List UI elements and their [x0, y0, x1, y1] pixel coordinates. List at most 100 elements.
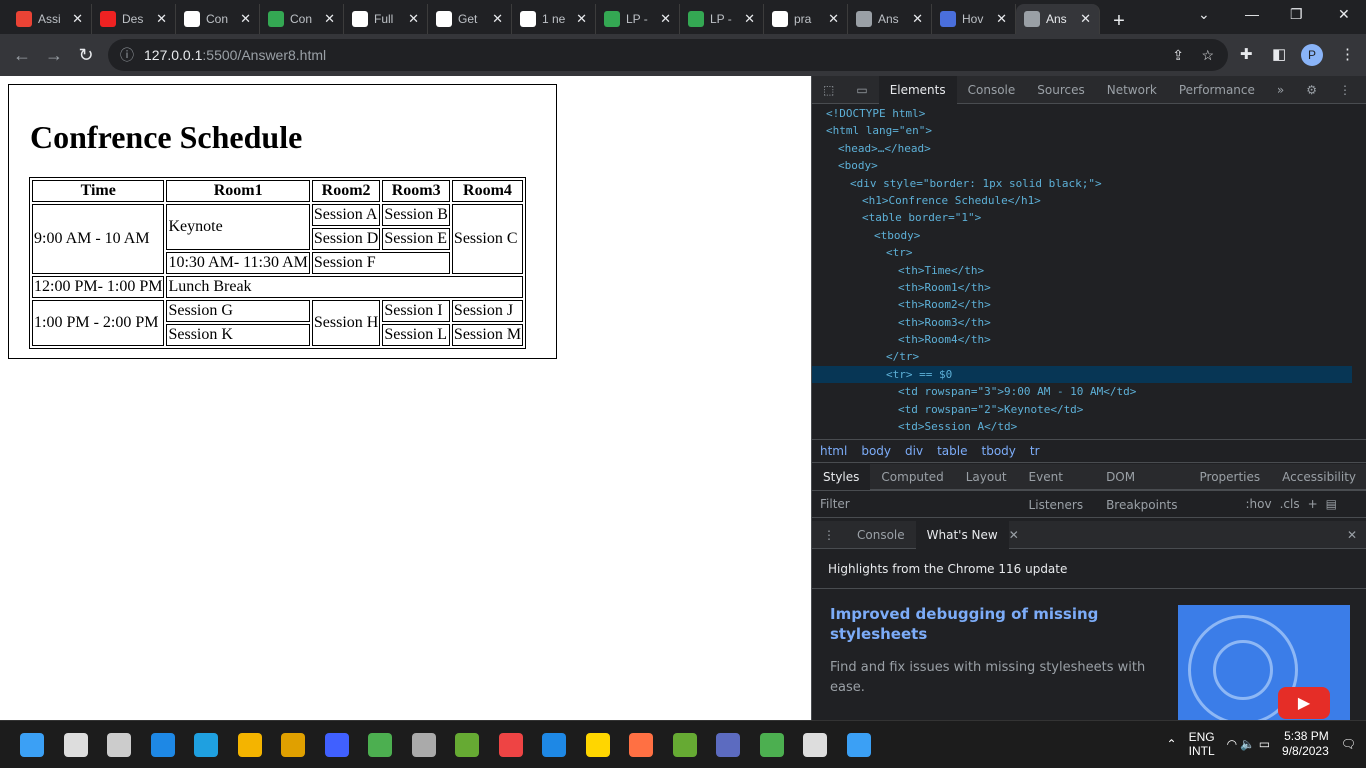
browser-tab[interactable]: 1 ne ✕	[512, 4, 596, 34]
youtube-play-icon[interactable]: ▶	[1278, 687, 1330, 719]
dom-node[interactable]: <body>	[812, 157, 1352, 174]
profile-avatar[interactable]: P	[1301, 44, 1323, 66]
minimize-button[interactable]: —	[1245, 6, 1259, 22]
close-whats-new-icon[interactable]: ✕	[1009, 528, 1019, 542]
tab-search-icon[interactable]: ⌄	[1198, 6, 1210, 23]
close-tab-icon[interactable]: ✕	[492, 11, 503, 27]
app-icon[interactable]	[759, 733, 784, 757]
new-tab-button[interactable]: +	[1106, 8, 1132, 34]
device-toolbar-icon[interactable]: ▭	[845, 76, 878, 104]
close-tab-icon[interactable]: ✕	[744, 11, 755, 27]
notepad-icon[interactable]	[368, 733, 392, 757]
dom-node[interactable]: <td>Session A</td>	[812, 418, 1352, 435]
dom-tree[interactable]: <!DOCTYPE html> <html lang="en"> <head>…</…	[812, 105, 1352, 435]
language-indicator[interactable]: ENG INTL	[1189, 730, 1215, 758]
chrome-profile-icon[interactable]	[803, 733, 827, 757]
styles-tab[interactable]: Accessibility	[1271, 463, 1366, 491]
close-tab-icon[interactable]: ✕	[324, 11, 335, 27]
styles-filter[interactable]: Filter :hov .cls + ▤	[812, 490, 1366, 518]
filter-input[interactable]: Filter	[820, 497, 1238, 511]
close-drawer-icon[interactable]: ✕	[1347, 528, 1357, 542]
tab-network[interactable]: Network	[1096, 76, 1168, 104]
store-icon[interactable]	[281, 733, 305, 757]
chrome-icon[interactable]	[411, 733, 436, 757]
paint-icon[interactable]: ▤	[1326, 497, 1337, 511]
menu-icon[interactable]: ⋮	[1340, 45, 1355, 63]
browser-tab[interactable]: Full ✕	[344, 4, 428, 34]
dom-node[interactable]: <div style="border: 1px solid black;">	[812, 175, 1352, 192]
feature-title[interactable]: Improved debugging of missing stylesheet…	[830, 604, 1150, 644]
intellij-icon[interactable]	[542, 733, 566, 757]
clock[interactable]: 5:38 PM 9/8/2023	[1282, 729, 1329, 759]
back-button[interactable]: ←	[6, 45, 38, 66]
browser-tab[interactable]: Des ✕	[92, 4, 176, 34]
dom-node[interactable]: <head>…</head>	[812, 140, 1352, 157]
dom-node[interactable]: <html lang="en">	[812, 122, 1352, 139]
cls-toggle[interactable]: .cls	[1280, 497, 1300, 511]
breadcrumb-item[interactable]: body	[861, 444, 891, 458]
postman-icon[interactable]	[672, 733, 697, 757]
styles-tab[interactable]: Event Listeners	[1018, 463, 1096, 512]
eclipse-icon[interactable]	[498, 733, 523, 757]
dom-node[interactable]: <tr>	[812, 244, 1352, 261]
chevron-up-icon[interactable]: ⌃	[1167, 737, 1177, 751]
browser-tab[interactable]: Ans ✕	[848, 4, 932, 34]
browser-tab[interactable]: Ans ✕	[1016, 4, 1100, 34]
close-tab-icon[interactable]: ✕	[156, 11, 167, 27]
breadcrumb-item[interactable]: table	[937, 444, 967, 458]
dom-node[interactable]: <th>Room1</th>	[812, 279, 1352, 296]
add-rule-icon[interactable]: +	[1308, 497, 1318, 511]
browser-tab[interactable]: Hov ✕	[932, 4, 1016, 34]
close-tab-icon[interactable]: ✕	[660, 11, 671, 27]
start-icon[interactable]	[20, 733, 44, 757]
drawer-menu-icon[interactable]: ⋮	[812, 521, 846, 549]
extensions-icon[interactable]: ✚	[1240, 45, 1253, 63]
more-tabs-icon[interactable]: »	[1266, 76, 1295, 104]
browser-tab[interactable]: Con ✕	[176, 4, 260, 34]
sticky-notes-icon[interactable]	[629, 733, 653, 757]
dom-node[interactable]: <tr> == $0	[812, 365, 1352, 384]
styles-tab[interactable]: DOM Breakpoints	[1095, 463, 1188, 512]
maximize-button[interactable]: ❐	[1290, 6, 1303, 23]
side-panel-icon[interactable]: ◧	[1272, 45, 1286, 63]
dom-node[interactable]: <td rowspan="2">Keynote</td>	[812, 401, 1352, 418]
file-explorer-icon[interactable]	[237, 733, 262, 757]
dom-node[interactable]: <h1>Confrence Schedule</h1>	[812, 192, 1352, 209]
bookmark-star-icon[interactable]: ☆	[1201, 47, 1214, 64]
tab-elements[interactable]: Elements	[878, 75, 957, 104]
address-bar[interactable]: ⓘ 127.0.0.1:5500/Answer8.html ⇪ ☆	[108, 39, 1228, 71]
close-tab-icon[interactable]: ✕	[912, 11, 923, 27]
settings-gear-icon[interactable]: ⚙	[1295, 76, 1328, 104]
browser-tab[interactable]: LP - ✕	[596, 4, 680, 34]
dom-node[interactable]: <!DOCTYPE html>	[812, 105, 1352, 122]
dom-node[interactable]: </tr>	[812, 348, 1352, 365]
breadcrumb-item[interactable]: div	[905, 444, 923, 458]
styles-tab[interactable]: Computed	[870, 463, 954, 491]
eclipse-icon[interactable]	[716, 733, 740, 757]
reload-button[interactable]: ↻	[70, 45, 102, 66]
browser-tab[interactable]: Get ✕	[428, 4, 512, 34]
search-icon[interactable]	[63, 733, 88, 757]
dom-node[interactable]: <th>Time</th>	[812, 262, 1352, 279]
browser-tab[interactable]: LP - ✕	[680, 4, 764, 34]
app-icon[interactable]	[324, 733, 349, 757]
task-view-icon[interactable]	[107, 733, 131, 757]
notifications-icon[interactable]: 🗨	[1341, 737, 1356, 751]
drawer-tab-console[interactable]: Console	[846, 521, 916, 549]
tab-sources[interactable]: Sources	[1026, 76, 1095, 104]
widgets-icon[interactable]	[150, 733, 175, 757]
browser-tab[interactable]: pra ✕	[764, 4, 848, 34]
styles-tab[interactable]: Styles	[812, 462, 871, 491]
close-tab-icon[interactable]: ✕	[72, 11, 83, 27]
breadcrumb-item[interactable]: html	[820, 444, 847, 458]
styles-tab[interactable]: Properties	[1189, 463, 1272, 491]
close-tab-icon[interactable]: ✕	[996, 11, 1007, 27]
browser-tab[interactable]: Con ✕	[260, 4, 344, 34]
dom-node[interactable]: <tbody>	[812, 227, 1352, 244]
tab-console[interactable]: Console	[957, 76, 1027, 104]
app-icon[interactable]	[846, 733, 871, 757]
wifi-volume-battery-icon[interactable]: ◠ 🔈 ▭	[1227, 737, 1270, 751]
inspect-icon[interactable]: ⬚	[812, 76, 845, 104]
devtools-menu-icon[interactable]: ⋮	[1328, 76, 1362, 104]
browser-tab[interactable]: Assi ✕	[8, 4, 92, 34]
